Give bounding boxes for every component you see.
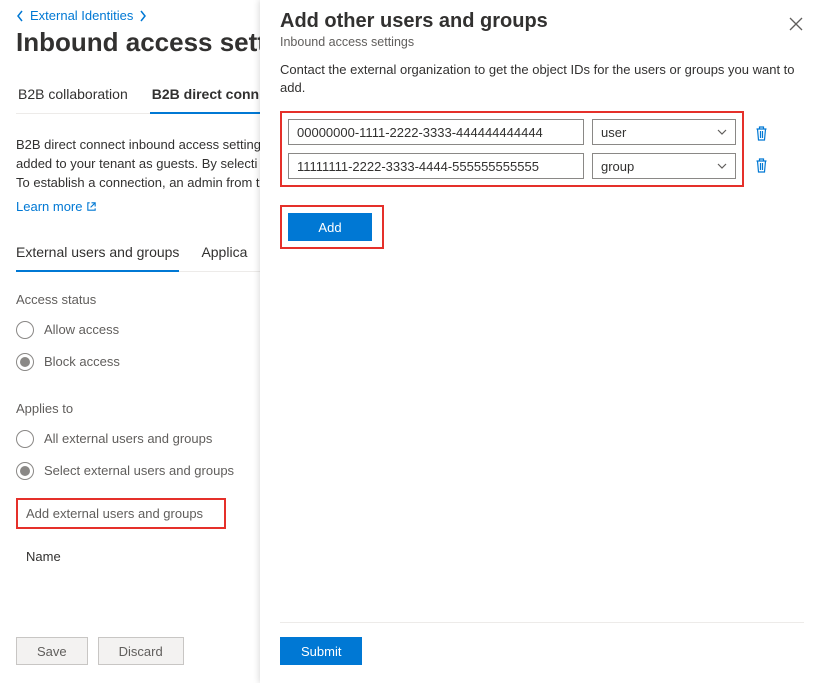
footer-buttons: Save Discard [16, 637, 184, 665]
chevron-down-icon [717, 129, 727, 135]
chevron-down-icon [717, 163, 727, 169]
delete-icon[interactable] [754, 125, 769, 141]
chevron-right-icon [139, 10, 147, 22]
add-button-highlight-box: Add [280, 205, 384, 249]
entry-row-1: group [288, 153, 736, 179]
radio-icon [16, 353, 34, 371]
type-dropdown[interactable]: group [592, 153, 736, 179]
tab-b2b-collaboration[interactable]: B2B collaboration [16, 86, 130, 113]
tab-b2b-direct-connect[interactable]: B2B direct conn [150, 86, 261, 114]
panel-description: Contact the external organization to get… [280, 61, 804, 97]
radio-icon [16, 430, 34, 448]
external-link-icon [86, 201, 97, 212]
tab-external-users-groups[interactable]: External users and groups [16, 244, 179, 272]
radio-icon [16, 321, 34, 339]
save-button[interactable]: Save [16, 637, 88, 665]
object-id-input[interactable] [288, 153, 584, 179]
object-id-input[interactable] [288, 119, 584, 145]
add-button[interactable]: Add [288, 213, 372, 241]
learn-more-link[interactable]: Learn more [16, 199, 97, 214]
add-external-users-link[interactable]: Add external users and groups [16, 498, 226, 529]
submit-button[interactable]: Submit [280, 637, 362, 665]
breadcrumb-parent[interactable]: External Identities [30, 8, 133, 23]
panel-subtitle: Inbound access settings [280, 35, 548, 49]
discard-button[interactable]: Discard [98, 637, 184, 665]
add-users-panel: Add other users and groups Inbound acces… [260, 0, 824, 683]
chevron-left-icon [16, 10, 24, 22]
entry-row-0: user [288, 119, 736, 145]
panel-title: Add other users and groups [280, 10, 548, 33]
entries-highlight-box: user group [280, 111, 744, 187]
delete-icon[interactable] [754, 157, 769, 173]
type-dropdown[interactable]: user [592, 119, 736, 145]
close-icon[interactable] [788, 16, 804, 32]
tab-applications[interactable]: Applica [201, 244, 247, 271]
radio-icon [16, 462, 34, 480]
